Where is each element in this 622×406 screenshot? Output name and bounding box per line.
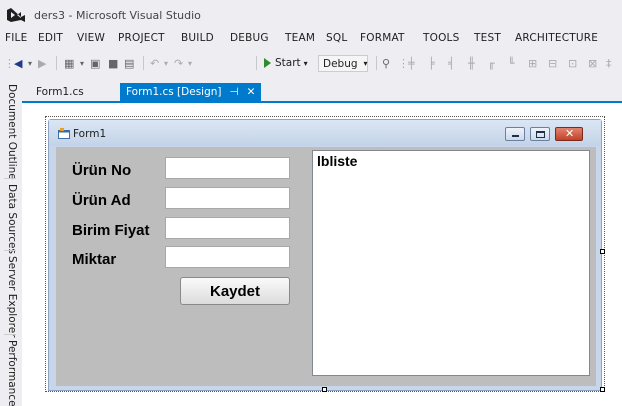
start-label: Start: [275, 57, 301, 69]
form-titlebar: Form1 ✕: [49, 120, 601, 146]
maximize-button[interactable]: [530, 127, 550, 141]
toolbar-separator: [376, 56, 377, 70]
save-all-icon[interactable]: ▤: [124, 55, 134, 71]
menu-file[interactable]: FILE: [5, 32, 27, 44]
same-height-icon[interactable]: ⊟: [548, 55, 557, 71]
grid-icon[interactable]: ⊠: [588, 55, 597, 71]
side-tab-separator: [4, 178, 16, 179]
align-rights-icon[interactable]: ╡: [448, 55, 455, 71]
align-centers-icon[interactable]: ╞: [428, 55, 435, 71]
start-dropdown-icon: ▾: [303, 58, 308, 68]
undo-dropdown-icon[interactable]: ▾: [164, 55, 168, 71]
toolbar: ⋮ ◀ ▾ ▶ ▦ ▾ ▣ ■ ▤ ↶ ▾ ↷ ▾ Start ▾ Debug …: [0, 53, 622, 73]
menu-architecture[interactable]: ARCHITECTURE: [515, 32, 598, 44]
menu-edit[interactable]: EDIT: [38, 32, 63, 44]
menu-project[interactable]: PROJECT: [118, 32, 165, 44]
close-icon[interactable]: ✕: [247, 86, 256, 101]
label-miktar: Miktar: [72, 251, 117, 268]
label-birim-fiyat: Birim Fiyat: [72, 222, 150, 239]
menu-format[interactable]: FORMAT: [360, 32, 405, 44]
window-title: ders3 - Microsoft Visual Studio: [34, 9, 201, 22]
close-button[interactable]: ✕: [555, 127, 583, 141]
kaydet-button[interactable]: Kaydet: [180, 277, 290, 305]
same-size-icon[interactable]: ⊡: [568, 55, 577, 71]
side-tab-separator: [4, 250, 16, 251]
chevron-down-icon: ▾: [363, 59, 368, 68]
listbox-name: lbliste: [317, 153, 358, 169]
close-icon: ✕: [565, 127, 575, 140]
menu-tools[interactable]: TOOLS: [423, 32, 459, 44]
menu-bar: FILE EDIT VIEW PROJECT BUILD DEBUG TEAM …: [0, 32, 622, 50]
side-tab-data-sources[interactable]: Data Sources: [2, 184, 18, 254]
tab-form1-cs[interactable]: Form1.cs: [30, 83, 90, 101]
find-icon[interactable]: ⚲: [382, 55, 390, 71]
minimize-button[interactable]: [505, 127, 525, 141]
configuration-value: Debug: [323, 57, 358, 70]
same-width-icon[interactable]: ⊞: [528, 55, 537, 71]
maximize-icon: [536, 131, 545, 138]
form-icon: [58, 128, 70, 139]
forward-icon[interactable]: ▶: [38, 55, 46, 71]
resize-handle-corner[interactable]: [600, 387, 605, 392]
configuration-dropdown[interactable]: Debug ▾: [318, 55, 368, 72]
lbliste-listbox[interactable]: lbliste: [312, 150, 590, 376]
open-file-icon[interactable]: ▣: [90, 55, 100, 71]
redo-icon[interactable]: ↷: [174, 55, 183, 71]
align-lefts-icon[interactable]: ╪: [408, 55, 415, 71]
play-icon: [264, 58, 271, 68]
urun-ad-input[interactable]: [165, 187, 290, 209]
miktar-input[interactable]: [165, 246, 290, 268]
menu-build[interactable]: BUILD: [181, 32, 214, 44]
menu-team[interactable]: TEAM: [285, 32, 315, 44]
back-dropdown-icon[interactable]: ▾: [28, 55, 32, 71]
menu-view[interactable]: VIEW: [77, 32, 105, 44]
undo-icon[interactable]: ↶: [150, 55, 159, 71]
side-tab-server-explorer[interactable]: Server Explorer: [2, 256, 18, 338]
visual-studio-logo-icon: [7, 8, 25, 22]
minimize-icon: [512, 135, 519, 137]
align-tops-icon[interactable]: ╫: [468, 55, 475, 71]
toolbar-separator: [256, 56, 257, 70]
side-tab-separator: [4, 334, 16, 335]
tab-label: Form1.cs [Design]: [126, 86, 222, 98]
menu-sql[interactable]: SQL: [326, 32, 347, 44]
new-project-icon[interactable]: ▦: [64, 55, 74, 71]
menu-debug[interactable]: DEBUG: [230, 32, 269, 44]
pin-icon[interactable]: ⊣: [230, 86, 239, 101]
redo-dropdown-icon[interactable]: ▾: [188, 55, 192, 71]
new-dropdown-icon[interactable]: ▾: [80, 55, 84, 71]
label-urun-no: Ürün No: [72, 162, 132, 179]
toolbar-separator: [56, 56, 57, 70]
back-icon[interactable]: ◀: [14, 55, 22, 71]
form-client-area: Ürün No Ürün Ad Birim Fiyat Miktar Kayde…: [56, 147, 596, 386]
start-button[interactable]: Start ▾: [264, 55, 308, 71]
side-tab-document-outline[interactable]: Document Outline: [2, 84, 18, 180]
tab-label: Form1.cs: [36, 86, 84, 98]
birim-fiyat-input[interactable]: [165, 217, 290, 239]
urun-no-input[interactable]: [165, 157, 290, 179]
form-title: Form1: [73, 128, 107, 140]
resize-handle-right[interactable]: [600, 249, 605, 254]
tab-form1-design[interactable]: Form1.cs [Design] ⊣ ✕: [120, 83, 262, 101]
align-middles-icon[interactable]: ╓: [488, 55, 495, 71]
save-icon[interactable]: ■: [108, 55, 118, 71]
title-bar: ders3 - Microsoft Visual Studio: [0, 0, 622, 30]
tool-window-sidebar: Document Outline Data Sources Server Exp…: [0, 74, 22, 406]
form-window[interactable]: Form1 ✕ Ürün No Ürün Ad Birim Fiyat Mikt…: [48, 119, 602, 391]
spacing-icon[interactable]: ‡: [606, 55, 612, 71]
menu-test[interactable]: TEST: [474, 32, 501, 44]
side-tab-performance[interactable]: Performance E: [2, 340, 18, 406]
document-tabs: Form1.cs Form1.cs [Design] ⊣ ✕: [22, 83, 622, 103]
resize-handle-bottom[interactable]: [322, 387, 327, 392]
toolbar-separator: [143, 56, 144, 70]
label-urun-ad: Ürün Ad: [72, 192, 131, 209]
align-bottoms-icon[interactable]: ╙: [508, 55, 515, 71]
